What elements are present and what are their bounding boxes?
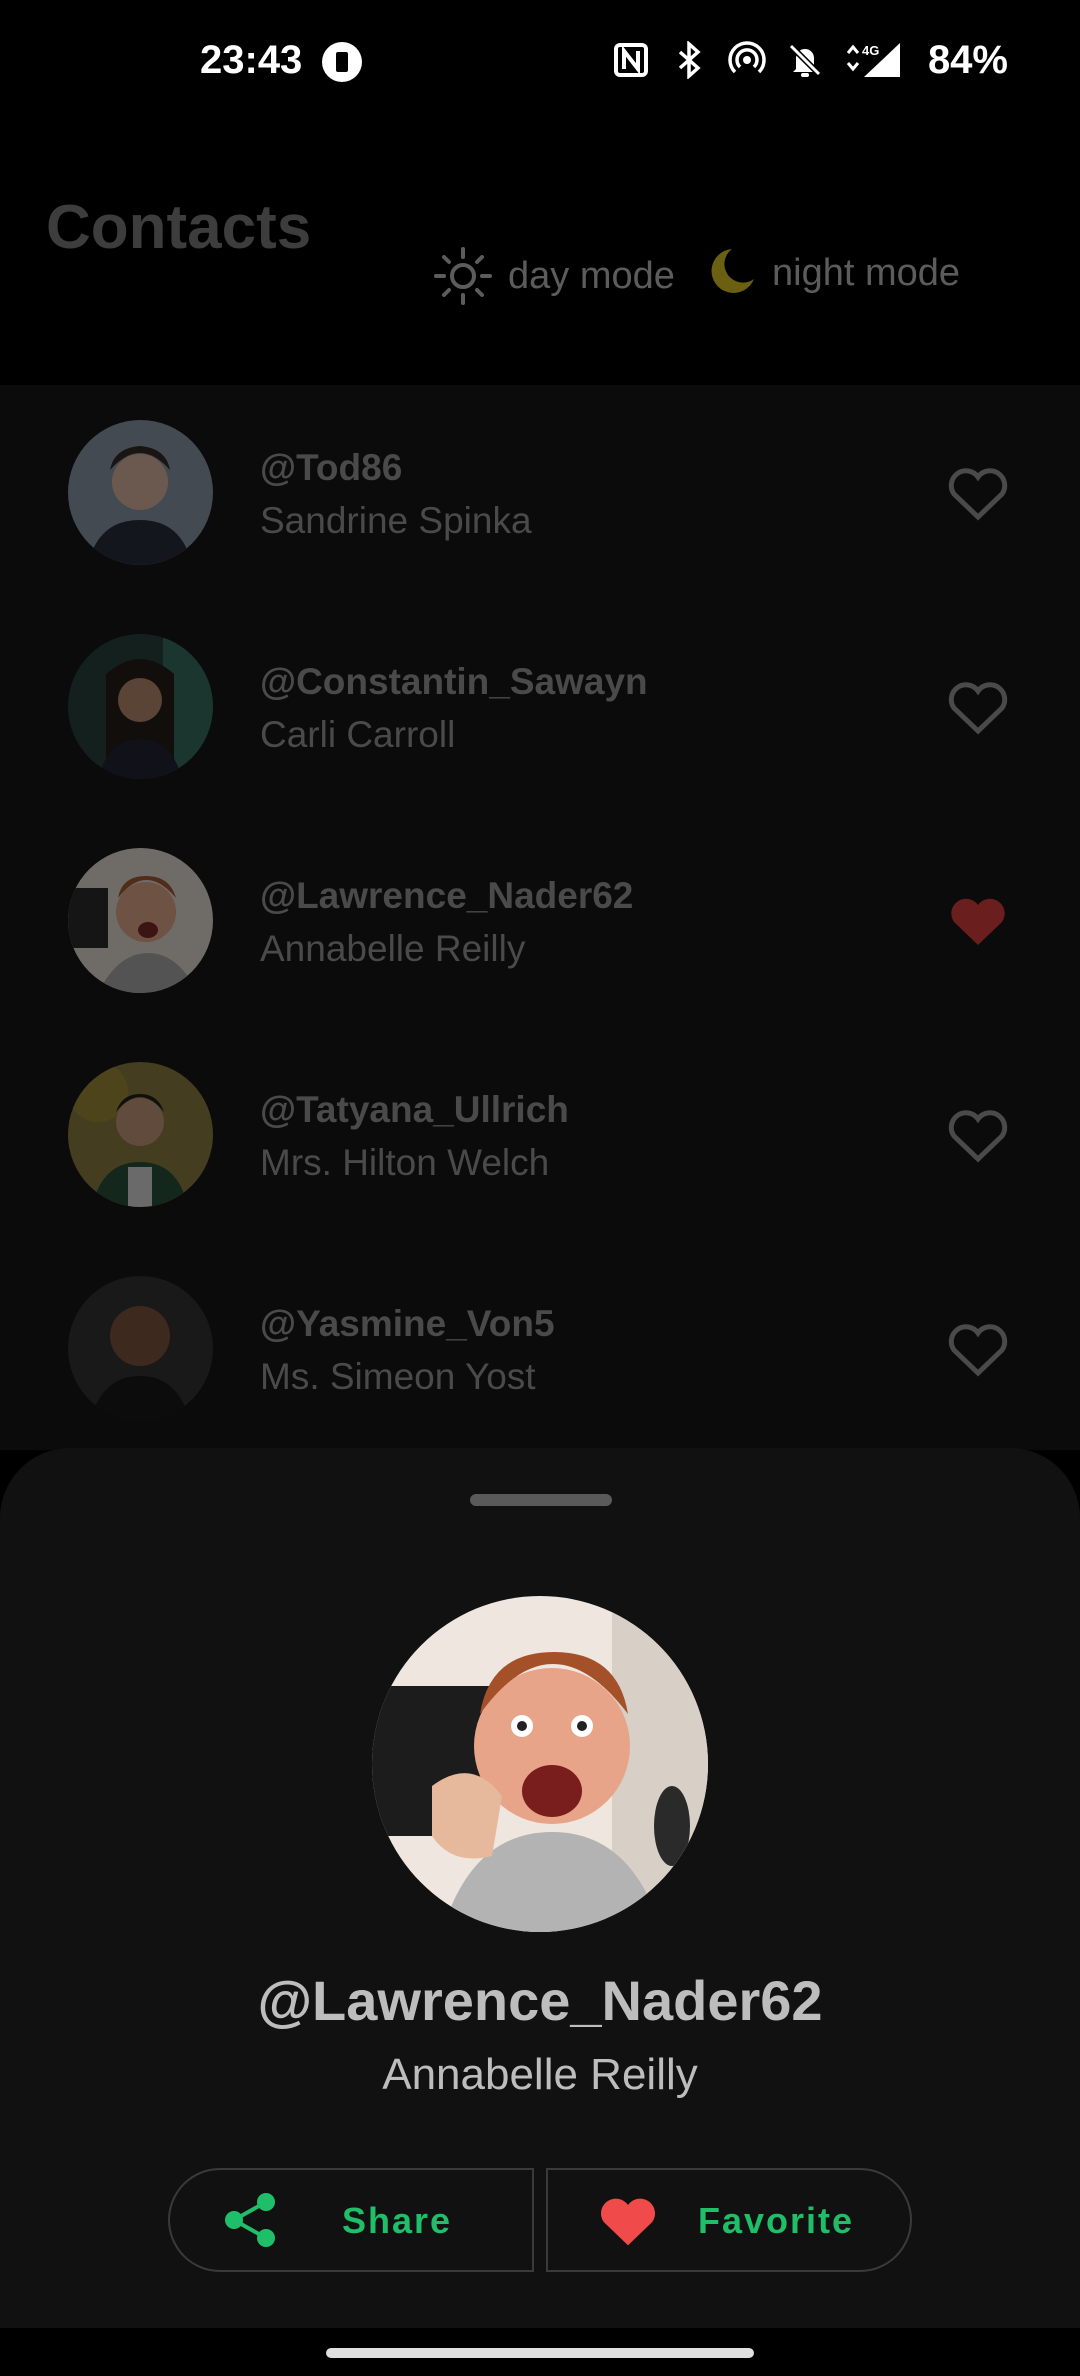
moon-icon	[711, 249, 754, 293]
contact-name: Ms. Simeon Yost	[260, 1356, 536, 1397]
nfc-icon	[612, 41, 650, 79]
detail-name: Annabelle Reilly	[382, 2050, 698, 2099]
app-notification-icon	[322, 42, 362, 82]
signal-4g-icon: 4G	[844, 41, 902, 79]
contact-row[interactable]: @Constantin_Sawayn Carli Carroll	[0, 599, 1080, 813]
app-header: Contacts day mode night mode	[0, 120, 1080, 385]
contact-handle: @Tatyana_Ullrich	[260, 1089, 569, 1130]
contact-handle: @Tod86	[260, 447, 403, 488]
favorite-outline-icon[interactable]	[946, 1319, 1010, 1377]
heart-icon	[600, 2198, 656, 2246]
avatar	[68, 1062, 213, 1207]
night-mode-toggle[interactable]: night mode	[702, 245, 960, 301]
bell-off-icon	[786, 41, 824, 79]
contact-name: Carli Carroll	[260, 714, 456, 755]
share-icon	[225, 2193, 275, 2247]
contact-list: @Tod86 Sandrine Spinka @Constantin_Saway…	[0, 385, 1080, 1450]
favorite-outline-icon[interactable]	[946, 677, 1010, 735]
avatar	[68, 420, 213, 565]
favorite-button[interactable]: Favorite	[546, 2168, 912, 2272]
avatar	[68, 1276, 213, 1421]
contact-handle: @Lawrence_Nader62	[260, 875, 634, 916]
favorite-filled-icon[interactable]	[946, 891, 1010, 949]
battery-level: 84%	[927, 37, 1008, 82]
status-bar: 23:43 4G 84%	[0, 0, 1080, 120]
home-gesture-bar[interactable]	[326, 2348, 754, 2358]
status-time: 23:43	[200, 38, 303, 82]
sun-icon	[434, 247, 492, 305]
avatar	[68, 848, 213, 993]
avatar	[68, 634, 213, 779]
contact-handle: @Yasmine_Von5	[260, 1303, 555, 1344]
hotspot-icon	[728, 41, 766, 79]
contact-name: Annabelle Reilly	[260, 928, 526, 969]
page-title: Contacts	[46, 193, 312, 262]
contact-detail-sheet: @Lawrence_Nader62 Annabelle Reilly Share…	[0, 1448, 1080, 2328]
night-mode-label: night mode	[772, 251, 961, 294]
day-mode-label: day mode	[508, 254, 675, 297]
favorite-outline-icon[interactable]	[946, 1105, 1010, 1163]
detail-avatar	[372, 1596, 708, 1932]
navigation-bar	[0, 2328, 1080, 2376]
favorite-outline-icon[interactable]	[946, 463, 1010, 521]
contact-row[interactable]: @Tatyana_Ullrich Mrs. Hilton Welch	[0, 1027, 1080, 1241]
favorite-button-label: Favorite	[698, 2200, 855, 2241]
share-button-label: Share	[342, 2200, 453, 2241]
share-button[interactable]: Share	[168, 2168, 534, 2272]
bluetooth-icon	[670, 41, 708, 79]
detail-handle: @Lawrence_Nader62	[257, 1969, 823, 2032]
day-mode-toggle[interactable]: day mode	[432, 245, 675, 307]
contact-row[interactable]: @Lawrence_Nader62 Annabelle Reilly	[0, 813, 1080, 1027]
contact-handle: @Constantin_Sawayn	[260, 661, 648, 702]
sheet-drag-handle[interactable]	[470, 1494, 612, 1506]
contact-name: Mrs. Hilton Welch	[260, 1142, 550, 1183]
contact-row[interactable]: @Tod86 Sandrine Spinka	[0, 385, 1080, 599]
status-icons: 4G 84%	[612, 38, 1008, 82]
contact-row[interactable]: @Yasmine_Von5 Ms. Simeon Yost	[0, 1241, 1080, 1455]
contact-name: Sandrine Spinka	[260, 500, 532, 541]
svg-text:4G: 4G	[862, 43, 879, 58]
